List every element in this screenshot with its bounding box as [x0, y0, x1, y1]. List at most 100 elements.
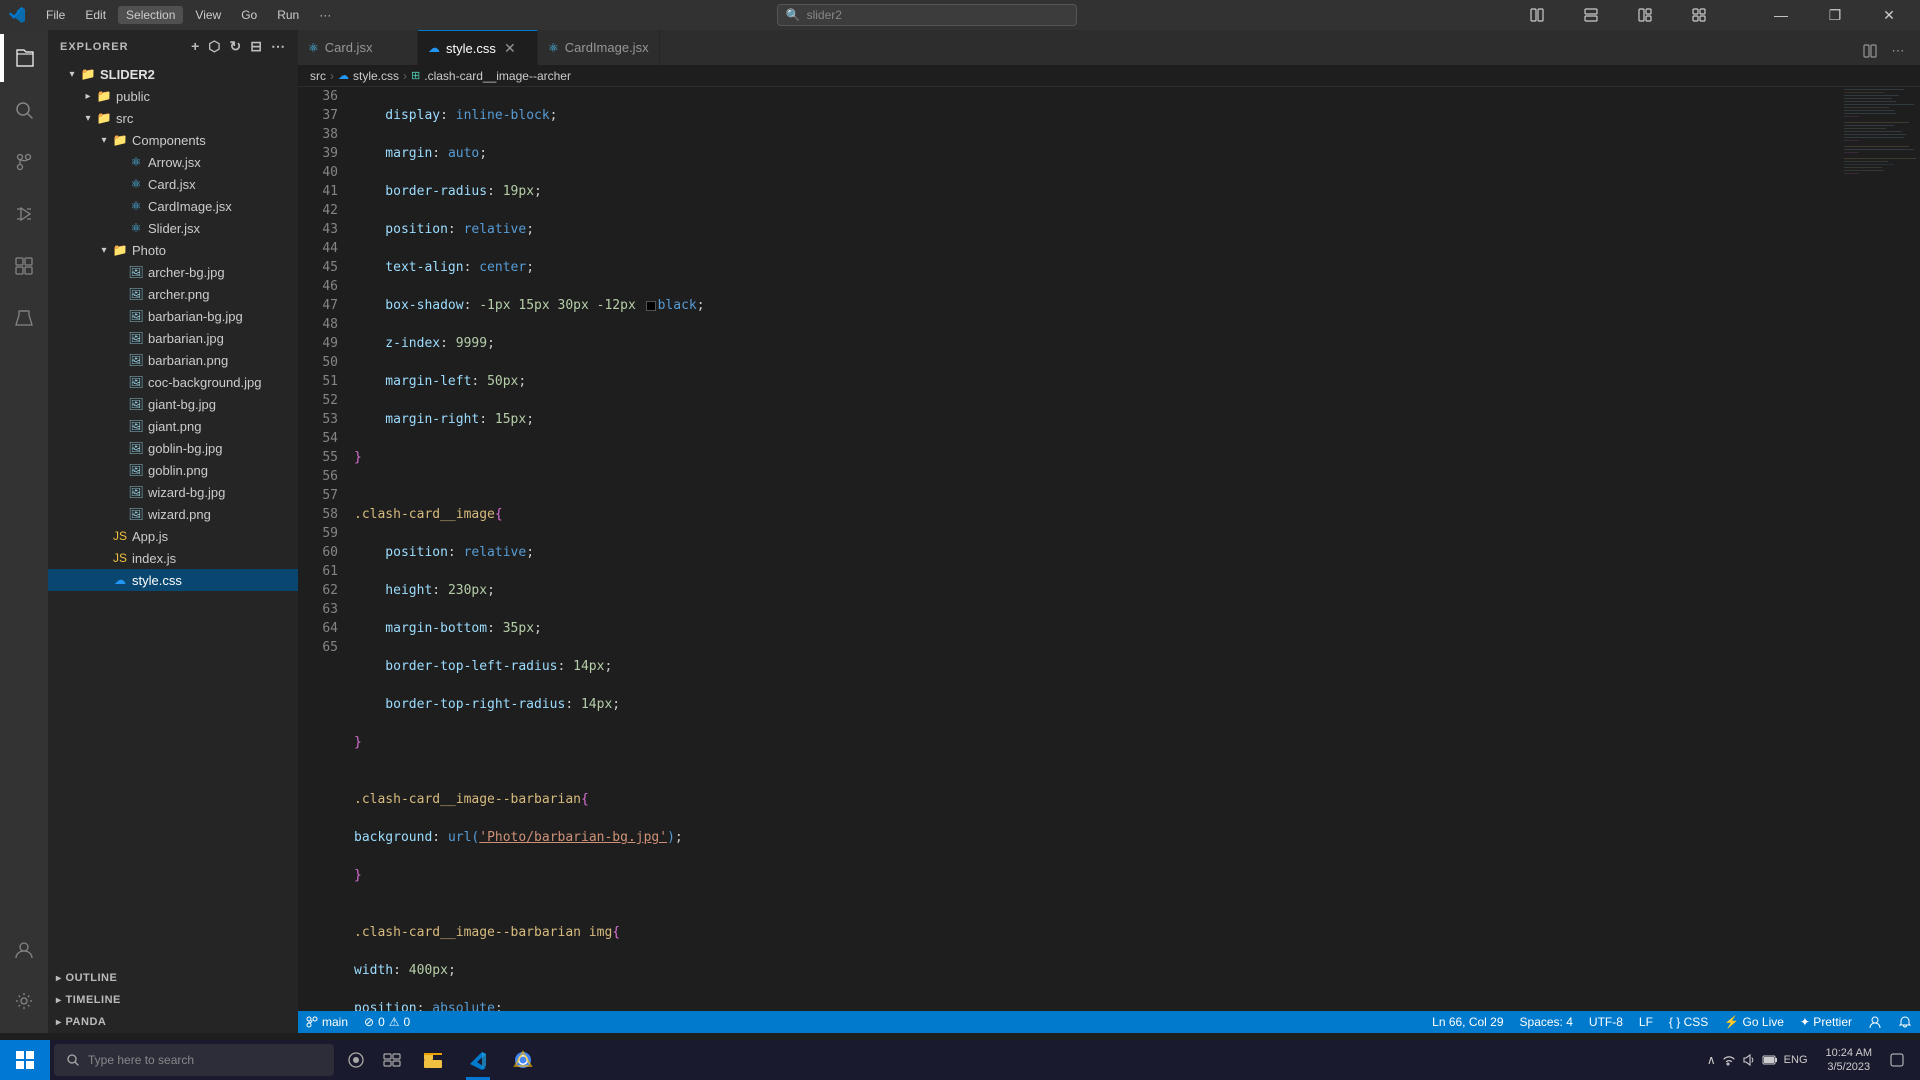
layout-btn-2[interactable] — [1568, 0, 1614, 30]
tree-archer-png[interactable]: 🖼archer.png — [48, 283, 298, 305]
panda-section[interactable]: ▸ PANDA — [48, 1011, 298, 1033]
language-indicator[interactable]: ENG — [1784, 1054, 1808, 1066]
menu-run[interactable]: Run — [269, 6, 307, 24]
tree-coc-bg[interactable]: 🖼coc-background.jpg — [48, 371, 298, 393]
menu-file[interactable]: File — [38, 6, 73, 24]
tree-app-js[interactable]: JSApp.js — [48, 525, 298, 547]
start-button[interactable] — [0, 1040, 50, 1080]
src-folder-icon: 📁 — [96, 110, 112, 126]
breadcrumb-src[interactable]: src — [310, 69, 326, 83]
tree-barbarian-bg[interactable]: 🖼barbarian-bg.jpg — [48, 305, 298, 327]
taskbar-app-vscode[interactable] — [455, 1040, 500, 1080]
tree-public[interactable]: ▸ 📁 public — [48, 85, 298, 107]
status-encoding[interactable]: UTF-8 — [1581, 1011, 1631, 1033]
activity-source-control[interactable] — [0, 138, 48, 186]
split-editor-btn[interactable] — [1856, 37, 1884, 65]
activity-search[interactable] — [0, 86, 48, 134]
menu-view[interactable]: View — [187, 6, 229, 24]
breadcrumb-symbol[interactable]: .clash-card__image--archer — [424, 69, 571, 83]
menu-go[interactable]: Go — [233, 6, 265, 24]
tree-giant-png[interactable]: 🖼giant.png — [48, 415, 298, 437]
task-view-button[interactable] — [376, 1044, 408, 1076]
tree-barbarian-png[interactable]: 🖼barbarian.png — [48, 349, 298, 371]
img-icon-7: 🖼 — [128, 396, 144, 412]
close-button[interactable]: ✕ — [1866, 0, 1912, 30]
outline-section[interactable]: ▸ OUTLINE — [48, 967, 298, 989]
new-folder-icon[interactable]: ⬡ — [208, 38, 221, 55]
activity-run-debug[interactable] — [0, 190, 48, 238]
tree-archer-bg[interactable]: 🖼archer-bg.jpg — [48, 261, 298, 283]
breadcrumb-file[interactable]: style.css — [353, 69, 399, 83]
status-git[interactable]: main — [298, 1011, 356, 1033]
tree-giant-bg[interactable]: 🖼giant-bg.jpg — [48, 393, 298, 415]
status-errors[interactable]: ⊘ 0 ⚠ 0 — [356, 1011, 418, 1033]
activity-settings[interactable] — [0, 977, 48, 1025]
menu-edit[interactable]: Edit — [77, 6, 114, 24]
tree-wizard-bg[interactable]: 🖼wizard-bg.jpg — [48, 481, 298, 503]
status-spaces[interactable]: Spaces: 4 — [1512, 1011, 1581, 1033]
js-icon-2: JS — [112, 550, 128, 566]
error-icon: ⊘ — [364, 1015, 374, 1029]
tree-project-root[interactable]: ▾ 📁 SLIDER2 — [48, 63, 298, 85]
activity-extensions[interactable] — [0, 242, 48, 290]
code-editor[interactable]: display: inline-block; margin: auto; bor… — [346, 87, 1840, 1011]
tab-close-style[interactable]: ✕ — [502, 40, 518, 56]
tree-goblin-png[interactable]: 🖼goblin.png — [48, 459, 298, 481]
tree-style-css[interactable]: ☁style.css — [48, 569, 298, 591]
tree-components[interactable]: ▾ 📁 Components — [48, 129, 298, 151]
layout-btn-4[interactable] — [1676, 0, 1722, 30]
cortana-button[interactable] — [340, 1044, 372, 1076]
status-ln-col[interactable]: Ln 66, Col 29 — [1424, 1011, 1511, 1033]
collapse-icon[interactable]: ⊟ — [250, 38, 263, 55]
activity-bar — [0, 30, 48, 1033]
activity-testing[interactable] — [0, 294, 48, 342]
color-swatch-black — [646, 301, 656, 311]
status-git-branch: main — [322, 1015, 348, 1029]
tree-arrow-jsx[interactable]: ⚛ Arrow.jsx — [48, 151, 298, 173]
refresh-icon[interactable]: ↻ — [230, 38, 243, 55]
status-language[interactable]: { } CSS — [1661, 1011, 1716, 1033]
tab-style-css[interactable]: ☁ style.css ✕ — [418, 30, 538, 65]
status-eol[interactable]: LF — [1631, 1011, 1661, 1033]
notification-button[interactable] — [1882, 1040, 1912, 1080]
tab-label-card: Card.jsx — [325, 40, 373, 55]
taskbar-search-box[interactable]: Type here to search — [54, 1044, 334, 1076]
systray-chevron[interactable]: ∧ — [1707, 1053, 1716, 1067]
status-account[interactable] — [1860, 1011, 1890, 1033]
menu-selection[interactable]: Selection — [118, 6, 183, 24]
menu-more[interactable]: ··· — [311, 6, 339, 24]
card-jsx-label: Card.jsx — [148, 177, 298, 192]
tree-cardimage-jsx[interactable]: ⚛ CardImage.jsx — [48, 195, 298, 217]
status-golive[interactable]: ⚡ Go Live — [1716, 1011, 1792, 1033]
taskbar-app-chrome[interactable] — [500, 1040, 545, 1080]
search-bar[interactable]: 🔍 slider2 — [777, 4, 1077, 26]
maximize-button[interactable]: ❐ — [1812, 0, 1858, 30]
clock-date: 3/5/2023 — [1827, 1060, 1870, 1074]
tab-card-jsx[interactable]: ⚛ Card.jsx — [298, 30, 418, 65]
more-tabs-btn[interactable]: ⋯ — [1884, 37, 1912, 65]
tree-barbarian-jpg[interactable]: 🖼barbarian.jpg — [48, 327, 298, 349]
status-prettier[interactable]: ✦ Prettier — [1792, 1011, 1860, 1033]
new-file-icon[interactable]: + — [191, 38, 200, 55]
tab-cardimage-jsx[interactable]: ⚛ CardImage.jsx — [538, 30, 660, 65]
tree-goblin-bg[interactable]: 🖼goblin-bg.jpg — [48, 437, 298, 459]
tree-slider-jsx[interactable]: ⚛ Slider.jsx — [48, 217, 298, 239]
status-left: main ⊘ 0 ⚠ 0 — [298, 1011, 418, 1033]
minimize-button[interactable]: — — [1758, 0, 1804, 30]
tree-index-js[interactable]: JSindex.js — [48, 547, 298, 569]
timeline-section[interactable]: ▸ TIMELINE — [48, 989, 298, 1011]
status-notifications[interactable] — [1890, 1011, 1920, 1033]
tree-wizard-png[interactable]: 🖼wizard.png — [48, 503, 298, 525]
tree-card-jsx[interactable]: ⚛ Card.jsx — [48, 173, 298, 195]
more-icon[interactable]: ⋯ — [271, 38, 286, 55]
tree-src[interactable]: ▾ 📁 src — [48, 107, 298, 129]
volume-icon — [1742, 1053, 1756, 1067]
taskbar-clock[interactable]: 10:24 AM 3/5/2023 — [1820, 1040, 1878, 1080]
public-label: public — [116, 89, 298, 104]
layout-btn-1[interactable] — [1514, 0, 1560, 30]
activity-explorer[interactable] — [0, 34, 48, 82]
layout-btn-3[interactable] — [1622, 0, 1668, 30]
activity-account[interactable] — [0, 925, 48, 973]
tree-photo[interactable]: ▾ 📁 Photo — [48, 239, 298, 261]
taskbar-app-explorer[interactable] — [410, 1040, 455, 1080]
